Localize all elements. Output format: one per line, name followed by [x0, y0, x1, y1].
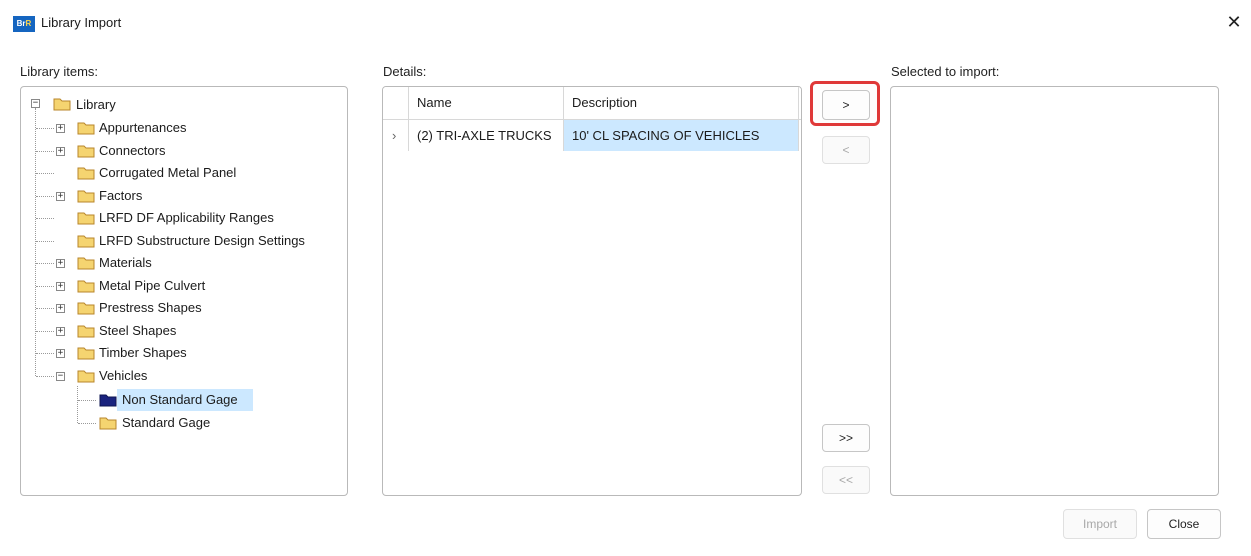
- folder-icon: [77, 280, 95, 293]
- selected-to-import-list[interactable]: [890, 86, 1219, 496]
- close-button[interactable]: Close: [1147, 509, 1221, 539]
- column-header-name[interactable]: Name: [409, 87, 564, 119]
- grid-header: Name Description: [383, 87, 801, 120]
- folder-icon: [77, 122, 95, 135]
- library-tree[interactable]: − Library + Appurtenances + Connectors Corru…: [20, 86, 348, 496]
- tree-item-non-standard-gage[interactable]: Non Standard Gage: [122, 389, 238, 411]
- tree-item-appurtenances[interactable]: Appurtenances: [99, 117, 186, 139]
- tree-item-corrugated-metal-panel[interactable]: Corrugated Metal Panel: [99, 162, 236, 184]
- tree-item-factors[interactable]: Factors: [99, 185, 142, 207]
- tree-item-lrfd-substructure-design-settings[interactable]: LRFD Substructure Design Settings: [99, 230, 305, 252]
- expand-icon[interactable]: +: [56, 304, 65, 313]
- open-folder-icon: [77, 370, 95, 383]
- folder-icon: [99, 417, 117, 430]
- details-label: Details:: [383, 64, 427, 79]
- library-items-label: Library items:: [20, 64, 99, 79]
- window-title: Library Import: [41, 15, 122, 30]
- tree-item-steel-shapes[interactable]: Steel Shapes: [99, 320, 176, 342]
- tree-item-connectors[interactable]: Connectors: [99, 140, 165, 162]
- folder-icon: [77, 347, 95, 360]
- folder-icon: [77, 190, 95, 203]
- tree-item-prestress-shapes[interactable]: Prestress Shapes: [99, 297, 202, 319]
- folder-icon: [77, 235, 95, 248]
- expand-icon[interactable]: +: [56, 192, 65, 201]
- title-bar: BrR Library Import ✕: [0, 0, 1251, 46]
- tree-item-timber-shapes[interactable]: Timber Shapes: [99, 342, 187, 364]
- callout-highlight: [810, 81, 880, 126]
- selected-to-import-label: Selected to import:: [891, 64, 1000, 79]
- expand-icon[interactable]: +: [56, 282, 65, 291]
- remove-all-button[interactable]: <<: [822, 466, 870, 494]
- cell-name[interactable]: (2) TRI-AXLE TRUCKS: [409, 120, 564, 151]
- open-folder-icon: [53, 98, 71, 111]
- tree-item-materials[interactable]: Materials: [99, 252, 152, 274]
- expand-icon[interactable]: +: [56, 349, 65, 358]
- folder-icon: [77, 302, 95, 315]
- row-indicator-icon: ›: [383, 120, 409, 151]
- folder-icon: [77, 325, 95, 338]
- expand-icon[interactable]: +: [56, 124, 65, 133]
- row-indicator-header: [383, 87, 409, 119]
- folder-icon: [77, 167, 95, 180]
- app-logo-icon: BrR: [13, 16, 35, 32]
- close-window-icon[interactable]: ✕: [1222, 10, 1246, 34]
- folder-icon: [99, 394, 117, 407]
- folder-icon: [77, 145, 95, 158]
- tree-item-vehicles[interactable]: Vehicles: [99, 365, 147, 387]
- tree-item-metal-pipe-culvert[interactable]: Metal Pipe Culvert: [99, 275, 205, 297]
- folder-icon: [77, 257, 95, 270]
- tree-root-library[interactable]: Library: [76, 94, 116, 116]
- expand-icon[interactable]: +: [56, 259, 65, 268]
- expand-icon[interactable]: +: [56, 327, 65, 336]
- import-button[interactable]: Import: [1063, 509, 1137, 539]
- add-all-button[interactable]: >>: [822, 424, 870, 452]
- cell-description[interactable]: 10' CL SPACING OF VEHICLES: [564, 120, 799, 151]
- table-row[interactable]: › (2) TRI-AXLE TRUCKS 10' CL SPACING OF …: [383, 120, 801, 151]
- folder-icon: [77, 212, 95, 225]
- details-grid[interactable]: Name Description › (2) TRI-AXLE TRUCKS 1…: [382, 86, 802, 496]
- collapse-icon[interactable]: −: [31, 99, 40, 108]
- tree-item-standard-gage[interactable]: Standard Gage: [122, 412, 210, 434]
- collapse-icon[interactable]: −: [56, 372, 65, 381]
- tree-item-lrfd-df-applicability-ranges[interactable]: LRFD DF Applicability Ranges: [99, 207, 274, 229]
- expand-icon[interactable]: +: [56, 147, 65, 156]
- remove-selected-button[interactable]: <: [822, 136, 870, 164]
- column-header-description[interactable]: Description: [564, 87, 799, 119]
